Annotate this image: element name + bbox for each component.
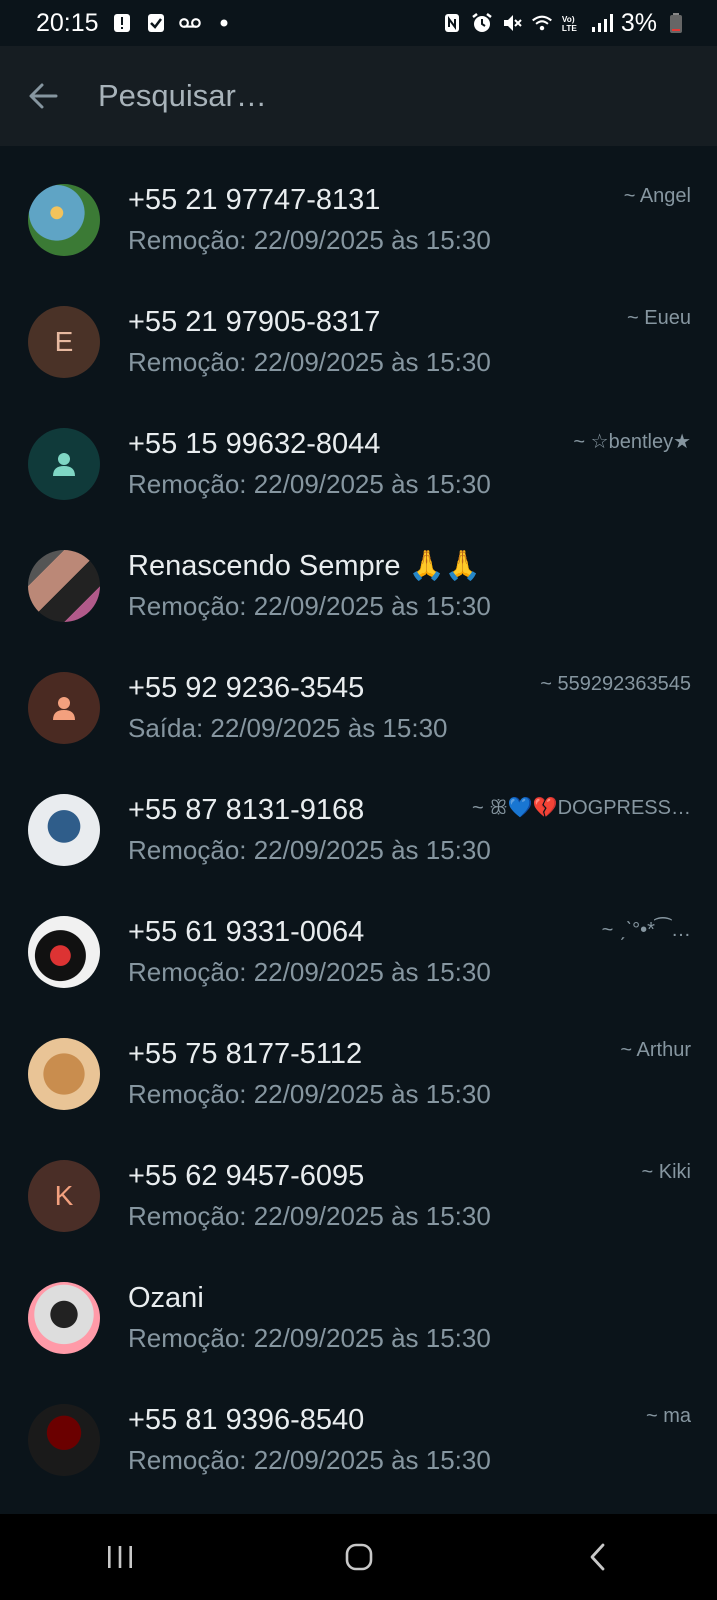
status-bar: 20:15 Vo) LTE 3% xyxy=(0,0,717,46)
avatar xyxy=(28,428,100,500)
event-subtitle: Remoção: 22/09/2025 às 15:30 xyxy=(128,591,491,621)
push-name: ~ Kiki xyxy=(641,1161,691,1183)
event-subtitle: Remoção: 22/09/2025 às 15:30 xyxy=(128,347,491,377)
list-item[interactable]: Renascendo Sempre 🙏🙏 Remoção: 22/09/2025… xyxy=(0,525,717,647)
alarm-icon xyxy=(471,12,493,34)
voicemail-icon xyxy=(178,12,201,34)
list-item[interactable]: +55 15 99632-8044 Remoção: 22/09/2025 às… xyxy=(0,403,717,525)
nfc-icon xyxy=(441,12,463,34)
list-item[interactable]: +55 61 9331-0064 Remoção: 22/09/2025 às … xyxy=(0,891,717,1013)
recent-apps-button[interactable] xyxy=(90,1527,150,1587)
check-icon xyxy=(145,12,167,34)
event-subtitle: Remoção: 22/09/2025 às 15:30 xyxy=(128,835,491,865)
home-icon xyxy=(345,1543,372,1571)
system-back-button[interactable] xyxy=(568,1527,628,1587)
avatar xyxy=(28,794,100,866)
avatar xyxy=(28,550,100,622)
contact-name: +55 81 9396-8540 xyxy=(128,1404,365,1436)
avatar xyxy=(28,672,100,744)
avatar xyxy=(28,184,100,256)
back-arrow-button[interactable] xyxy=(28,81,58,111)
removed-participants-list: +55 21 97747-8131 Remoção: 22/09/2025 às… xyxy=(0,159,717,1501)
search-input[interactable] xyxy=(98,78,598,114)
list-item[interactable]: Ozani Remoção: 22/09/2025 às 15:30 xyxy=(0,1257,717,1379)
alert-icon xyxy=(111,12,133,34)
avatar xyxy=(28,1282,100,1354)
push-name: ~ 559292363545 xyxy=(540,673,691,695)
event-subtitle: Remoção: 22/09/2025 às 15:30 xyxy=(128,469,491,499)
battery-icon xyxy=(665,12,687,34)
recent-apps-icon xyxy=(107,1546,132,1568)
event-subtitle: Remoção: 22/09/2025 às 15:30 xyxy=(128,1201,491,1231)
event-subtitle: Remoção: 22/09/2025 às 15:30 xyxy=(128,225,491,255)
event-subtitle: Saída: 22/09/2025 às 15:30 xyxy=(128,713,448,743)
avatar xyxy=(28,916,100,988)
push-name: ~ Eueu xyxy=(627,307,691,329)
avatar: K xyxy=(28,1160,100,1232)
signal-icon xyxy=(591,12,613,34)
svg-text:Vo): Vo) xyxy=(562,15,575,24)
search-header xyxy=(0,46,717,146)
svg-text:LTE: LTE xyxy=(562,24,577,33)
contact-name: Ozani xyxy=(128,1282,204,1314)
home-button[interactable] xyxy=(329,1527,389,1587)
system-nav-bar xyxy=(0,1514,717,1600)
event-subtitle: Remoção: 22/09/2025 às 15:30 xyxy=(128,1079,491,1109)
avatar xyxy=(28,1404,100,1476)
person-icon xyxy=(53,453,75,476)
list-item[interactable]: +55 21 97747-8131 Remoção: 22/09/2025 às… xyxy=(0,159,717,281)
back-icon xyxy=(590,1543,604,1571)
battery-percent: 3% xyxy=(620,8,657,37)
mute-icon xyxy=(501,12,523,34)
list-item[interactable]: +55 81 9396-8540 Remoção: 22/09/2025 às … xyxy=(0,1379,717,1501)
list-item[interactable]: K +55 62 9457-6095 Remoção: 22/09/2025 à… xyxy=(0,1135,717,1257)
status-time: 20:15 xyxy=(36,8,99,37)
push-name: ~ ꕥ💙💔DOGPRESS… xyxy=(472,797,691,819)
person-icon xyxy=(53,697,75,720)
avatar xyxy=(28,1038,100,1110)
dot-icon xyxy=(213,12,235,34)
push-name: ~ ☆bentley★ xyxy=(573,431,691,453)
push-name: ~ Arthur xyxy=(620,1039,691,1061)
list-item[interactable]: +55 87 8131-9168 Remoção: 22/09/2025 às … xyxy=(0,769,717,891)
event-subtitle: Remoção: 22/09/2025 às 15:30 xyxy=(128,1323,491,1353)
volte-icon: Vo) LTE xyxy=(561,12,583,34)
list-item[interactable]: E +55 21 97905-8317 Remoção: 22/09/2025 … xyxy=(0,281,717,403)
list-item[interactable]: +55 75 8177-5112 Remoção: 22/09/2025 às … xyxy=(0,1013,717,1135)
contact-name: Renascendo Sempre 🙏🙏 xyxy=(128,550,481,582)
event-subtitle: Remoção: 22/09/2025 às 15:30 xyxy=(128,957,491,987)
avatar: E xyxy=(28,306,100,378)
status-left: 20:15 xyxy=(36,9,235,38)
contact-name: +55 62 9457-6095 xyxy=(128,1160,365,1192)
push-name: ~ ma xyxy=(645,1405,691,1427)
status-right: Vo) LTE 3% xyxy=(441,9,687,38)
push-name: ~ Angel xyxy=(623,185,691,207)
push-name: ~ ˏˋ°•*⁀… xyxy=(601,919,691,941)
back-arrow-icon xyxy=(29,83,58,109)
wifi-icon xyxy=(531,12,553,34)
event-subtitle: Remoção: 22/09/2025 às 15:30 xyxy=(128,1445,491,1475)
list-item[interactable]: +55 92 9236-3545 Saída: 22/09/2025 às 15… xyxy=(0,647,717,769)
